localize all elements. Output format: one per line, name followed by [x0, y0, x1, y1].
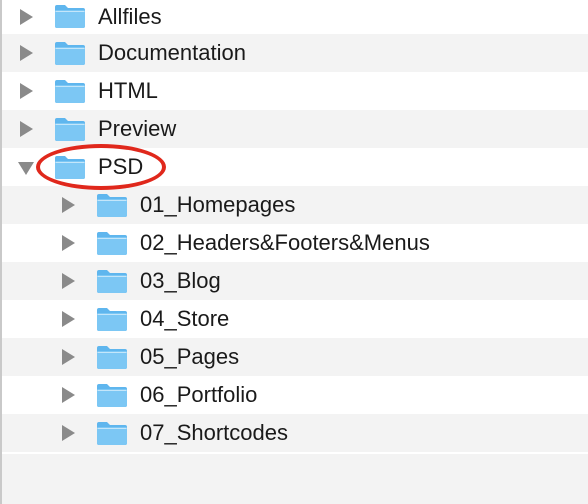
folder-icon — [96, 268, 128, 294]
disclosure-triangle-closed-icon[interactable] — [20, 9, 33, 25]
folder-icon — [96, 306, 128, 332]
folder-icon — [54, 3, 86, 29]
tree-row-documentation[interactable]: Documentation — [0, 34, 588, 72]
disclosure-triangle-closed-icon[interactable] — [20, 83, 33, 99]
tree-row-label: HTML — [98, 78, 158, 103]
disclosure-triangle-closed-icon[interactable] — [62, 235, 75, 251]
tree-row-label: Documentation — [98, 40, 246, 65]
tree-row-html[interactable]: HTML — [0, 72, 588, 110]
folder-icon — [96, 382, 128, 408]
disclosure-triangle-closed-icon[interactable] — [62, 311, 75, 327]
disclosure-triangle-closed-icon[interactable] — [62, 425, 75, 441]
folder-icon — [96, 230, 128, 256]
disclosure-triangle-open-icon[interactable] — [18, 162, 34, 175]
folder-icon — [54, 154, 86, 180]
tree-row-label: 03_Blog — [140, 268, 221, 293]
tree-row-04-store[interactable]: 04_Store — [0, 300, 588, 338]
disclosure-triangle-closed-icon[interactable] — [20, 121, 33, 137]
tree-row-05-pages[interactable]: 05_Pages — [0, 338, 588, 376]
folder-icon — [96, 420, 128, 446]
file-list: Allfiles Documentation HTML Preview PSD — [0, 0, 588, 490]
tree-row-06-portfolio[interactable]: 06_Portfolio — [0, 376, 588, 414]
folder-icon — [96, 192, 128, 218]
tree-row-label: 04_Store — [140, 306, 230, 331]
tree-row-02-headers-footers-menus[interactable]: 02_Headers&Footers&Menus — [0, 224, 588, 262]
tree-row-label: 07_Shortcodes — [140, 420, 288, 445]
disclosure-triangle-closed-icon[interactable] — [20, 45, 33, 61]
empty-row-stripe — [0, 454, 588, 504]
tree-row-label: 05_Pages — [140, 344, 240, 369]
folder-icon — [54, 40, 86, 66]
disclosure-triangle-closed-icon[interactable] — [62, 349, 75, 365]
tree-row-label: PSD — [98, 154, 144, 179]
tree-row-01-homepages[interactable]: 01_Homepages — [0, 186, 588, 224]
disclosure-triangle-closed-icon[interactable] — [62, 273, 75, 289]
tree-row-label: 01_Homepages — [140, 192, 296, 217]
tree-row-label: Preview — [98, 116, 177, 141]
folder-icon — [54, 116, 86, 142]
tree-row-allfiles[interactable]: Allfiles — [0, 0, 588, 34]
finder-window: Allfiles Documentation HTML Preview PSD — [0, 0, 588, 504]
tree-row-07-shortcodes[interactable]: 07_Shortcodes — [0, 414, 588, 452]
folder-icon — [96, 344, 128, 370]
tree-row-label: Allfiles — [98, 4, 162, 29]
tree-row-03-blog[interactable]: 03_Blog — [0, 262, 588, 300]
tree-row-label: 06_Portfolio — [140, 382, 258, 407]
tree-row-psd[interactable]: PSD — [0, 148, 588, 186]
window-left-border — [0, 0, 2, 504]
tree-row-label: 02_Headers&Footers&Menus — [140, 230, 430, 255]
disclosure-triangle-closed-icon[interactable] — [62, 387, 75, 403]
folder-icon — [54, 78, 86, 104]
tree-row-preview[interactable]: Preview — [0, 110, 588, 148]
disclosure-triangle-closed-icon[interactable] — [62, 197, 75, 213]
